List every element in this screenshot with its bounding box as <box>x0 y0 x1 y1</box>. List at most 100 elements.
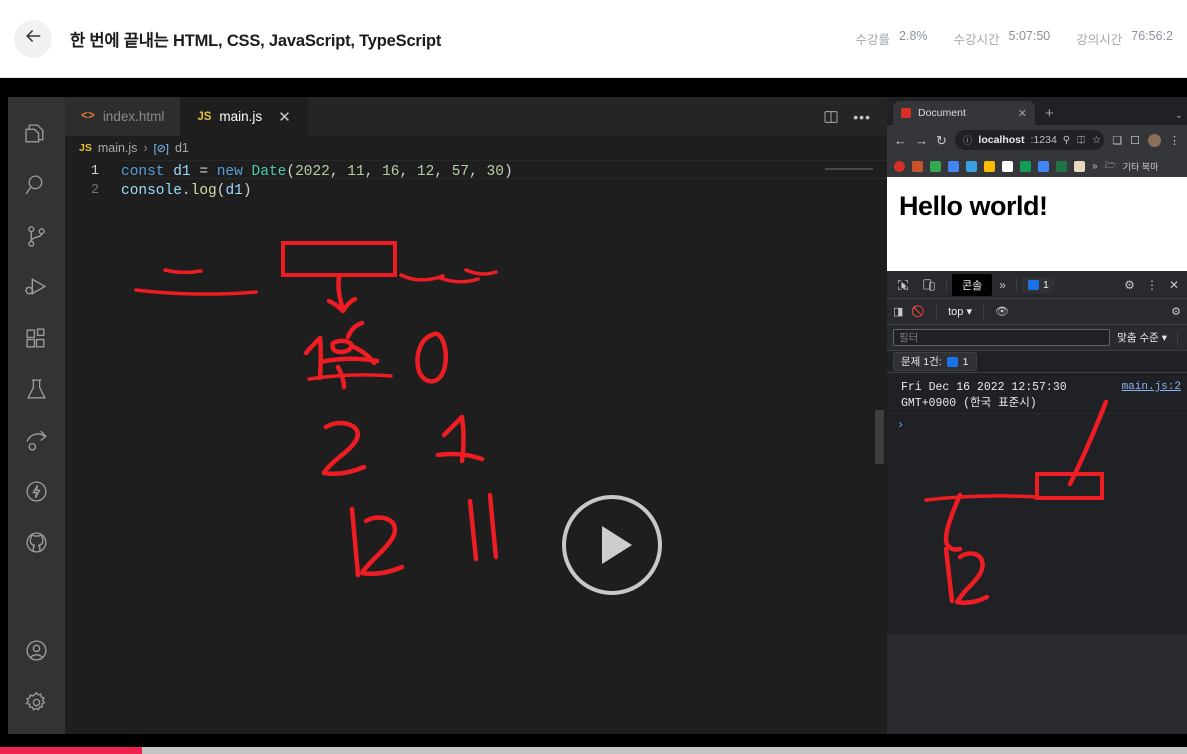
split-editor-icon[interactable] <box>823 109 839 125</box>
bookmark-item[interactable] <box>1038 160 1049 172</box>
page-title: 한 번에 끝내는 HTML, CSS, JavaScript, TypeScri… <box>70 31 442 50</box>
profile-avatar-icon[interactable] <box>1148 133 1161 147</box>
code-line: 2 console.log(d1) <box>65 181 887 200</box>
back-button[interactable] <box>14 19 52 58</box>
chevron-down-icon[interactable]: ⌄ <box>1175 110 1183 121</box>
bookmark-star-icon[interactable]: ☆ <box>1092 135 1101 146</box>
code-token: 57 <box>451 163 470 180</box>
console-log-row[interactable]: Fri Dec 16 2022 12:57:30 GMT+0900 (한국 표준… <box>887 378 1187 415</box>
browser-tab-document[interactable]: Document ✕ <box>893 101 1035 125</box>
share-icon[interactable]: ⎅ <box>1077 135 1085 146</box>
account-icon[interactable] <box>8 625 65 676</box>
issue-count: 1 <box>962 355 969 368</box>
code-token: 12 <box>416 163 435 180</box>
breadcrumb-separator: › <box>143 141 148 155</box>
bookmark-item[interactable] <box>984 160 995 172</box>
extensions-puzzle-icon[interactable]: ❏ <box>1112 134 1122 147</box>
chrome-menu-icon[interactable]: ⋮ <box>1169 134 1180 147</box>
reload-icon[interactable]: ↻ <box>936 134 947 147</box>
tab-label: main.js <box>219 109 263 124</box>
search-icon[interactable]: ⚲ <box>1063 135 1070 146</box>
settings-gear-icon[interactable]: ⚙ <box>1120 278 1139 292</box>
bookmark-item[interactable] <box>1002 160 1013 172</box>
live-expression-icon[interactable]: 👁 <box>995 305 1009 318</box>
code-token: d1 <box>173 163 191 180</box>
more-actions-icon[interactable]: ••• <box>853 109 871 125</box>
more-tabs-icon[interactable]: » <box>994 278 1011 292</box>
editor-scrollbar[interactable] <box>875 410 884 464</box>
code-token: ) <box>503 163 513 180</box>
bookmark-item[interactable] <box>894 160 905 172</box>
code-token: 2022 <box>295 163 330 180</box>
address-bar[interactable]: ⓘ localhost:1234 ⚲ ⎅ ☆ <box>954 130 1105 150</box>
device-toolbar-icon[interactable] <box>917 274 941 296</box>
code-editor[interactable]: 1 const d1 = new Date(2022, 11, 16, 12, … <box>65 160 887 734</box>
side-panel-icon[interactable]: ☐ <box>1130 134 1140 147</box>
bookmark-item[interactable] <box>1056 160 1067 172</box>
browser-tab-strip: Document ✕ + ⌄ <box>887 97 1187 125</box>
divider <box>936 304 938 319</box>
new-tab-button[interactable]: + <box>1045 105 1054 122</box>
bookmark-item[interactable] <box>1020 160 1031 172</box>
bookmarks-overflow-icon[interactable]: » <box>1092 161 1098 172</box>
testing-icon[interactable] <box>8 364 65 415</box>
site-info-icon[interactable]: ⓘ <box>963 133 973 147</box>
video-player-area[interactable]: <> index.html JS main.js ✕ ••• JS main.j… <box>0 78 1187 754</box>
js-file-icon: JS <box>79 142 92 154</box>
close-icon[interactable]: ✕ <box>1018 107 1027 120</box>
settings-gear-icon[interactable]: ⚙ <box>1171 305 1181 318</box>
more-options-icon[interactable]: ⋮ <box>1142 278 1162 292</box>
bookmark-item[interactable] <box>966 160 977 172</box>
close-icon[interactable]: ✕ <box>278 108 291 126</box>
browser-tab-title: Document <box>918 107 966 119</box>
console-source-link[interactable]: main.js:2 <box>1122 380 1181 411</box>
code-token: console <box>121 182 182 199</box>
folder-icon: 🗁 <box>1104 160 1116 170</box>
execution-context-select[interactable]: top ▾ <box>948 305 972 318</box>
video-progress-bar[interactable] <box>0 747 1187 754</box>
inspect-element-icon[interactable] <box>891 274 915 296</box>
tab-index-html[interactable]: <> index.html <box>65 97 182 136</box>
issues-counter[interactable]: 1 <box>1021 276 1055 293</box>
github-icon[interactable] <box>8 517 65 568</box>
code-line-text[interactable]: console.log(d1) <box>121 183 252 199</box>
search-icon[interactable] <box>8 160 65 211</box>
code-token: . <box>181 182 191 199</box>
clear-console-icon[interactable]: 🚫 <box>911 305 925 318</box>
tab-console[interactable]: 콘솔 <box>952 273 993 296</box>
issue-text: 문제 1건: <box>901 356 942 368</box>
line-number: 1 <box>90 164 99 179</box>
code-token: , <box>434 163 452 180</box>
bookmarks-folder-label[interactable]: 기타 북마 <box>1123 160 1159 173</box>
forward-icon[interactable]: → <box>915 134 928 147</box>
play-button[interactable] <box>562 495 662 595</box>
filter-input[interactable] <box>893 329 1111 346</box>
code-line-text[interactable]: const d1 = new Date(2022, 11, 16, 12, 57… <box>121 164 513 180</box>
back-icon[interactable]: ← <box>894 134 907 147</box>
run-and-debug-icon[interactable] <box>8 262 65 313</box>
breadcrumb-symbol[interactable]: d1 <box>175 141 189 155</box>
code-token: 30 <box>486 163 504 180</box>
bookmark-item[interactable] <box>912 160 923 172</box>
bookmark-item[interactable] <box>930 160 941 172</box>
code-token: ( <box>286 163 296 180</box>
close-icon[interactable]: ✕ <box>1165 278 1183 292</box>
console-prompt[interactable]: › <box>887 414 1187 436</box>
console-sidebar-icon[interactable]: ◨ <box>893 305 903 318</box>
live-share-icon[interactable] <box>8 415 65 466</box>
editor-minimap[interactable] <box>825 160 873 734</box>
extensions-icon[interactable] <box>8 313 65 364</box>
explorer-icon[interactable] <box>8 109 65 160</box>
issue-pill[interactable]: 문제 1건: 1 <box>893 352 977 371</box>
code-token: ) <box>242 182 252 199</box>
thunder-client-icon[interactable] <box>8 466 65 517</box>
settings-gear-icon[interactable] <box>8 677 65 728</box>
bookmark-item[interactable] <box>1074 160 1085 172</box>
breadcrumb-file[interactable]: main.js <box>98 141 138 155</box>
source-control-icon[interactable] <box>8 211 65 262</box>
log-level-select[interactable]: 맞춤 수준 ▾ <box>1117 330 1167 345</box>
bookmark-item[interactable] <box>948 160 959 172</box>
code-token: , <box>329 163 348 180</box>
tab-main-js[interactable]: JS main.js ✕ <box>181 97 308 136</box>
issue-bar: 문제 1건: 1 <box>887 351 1187 373</box>
